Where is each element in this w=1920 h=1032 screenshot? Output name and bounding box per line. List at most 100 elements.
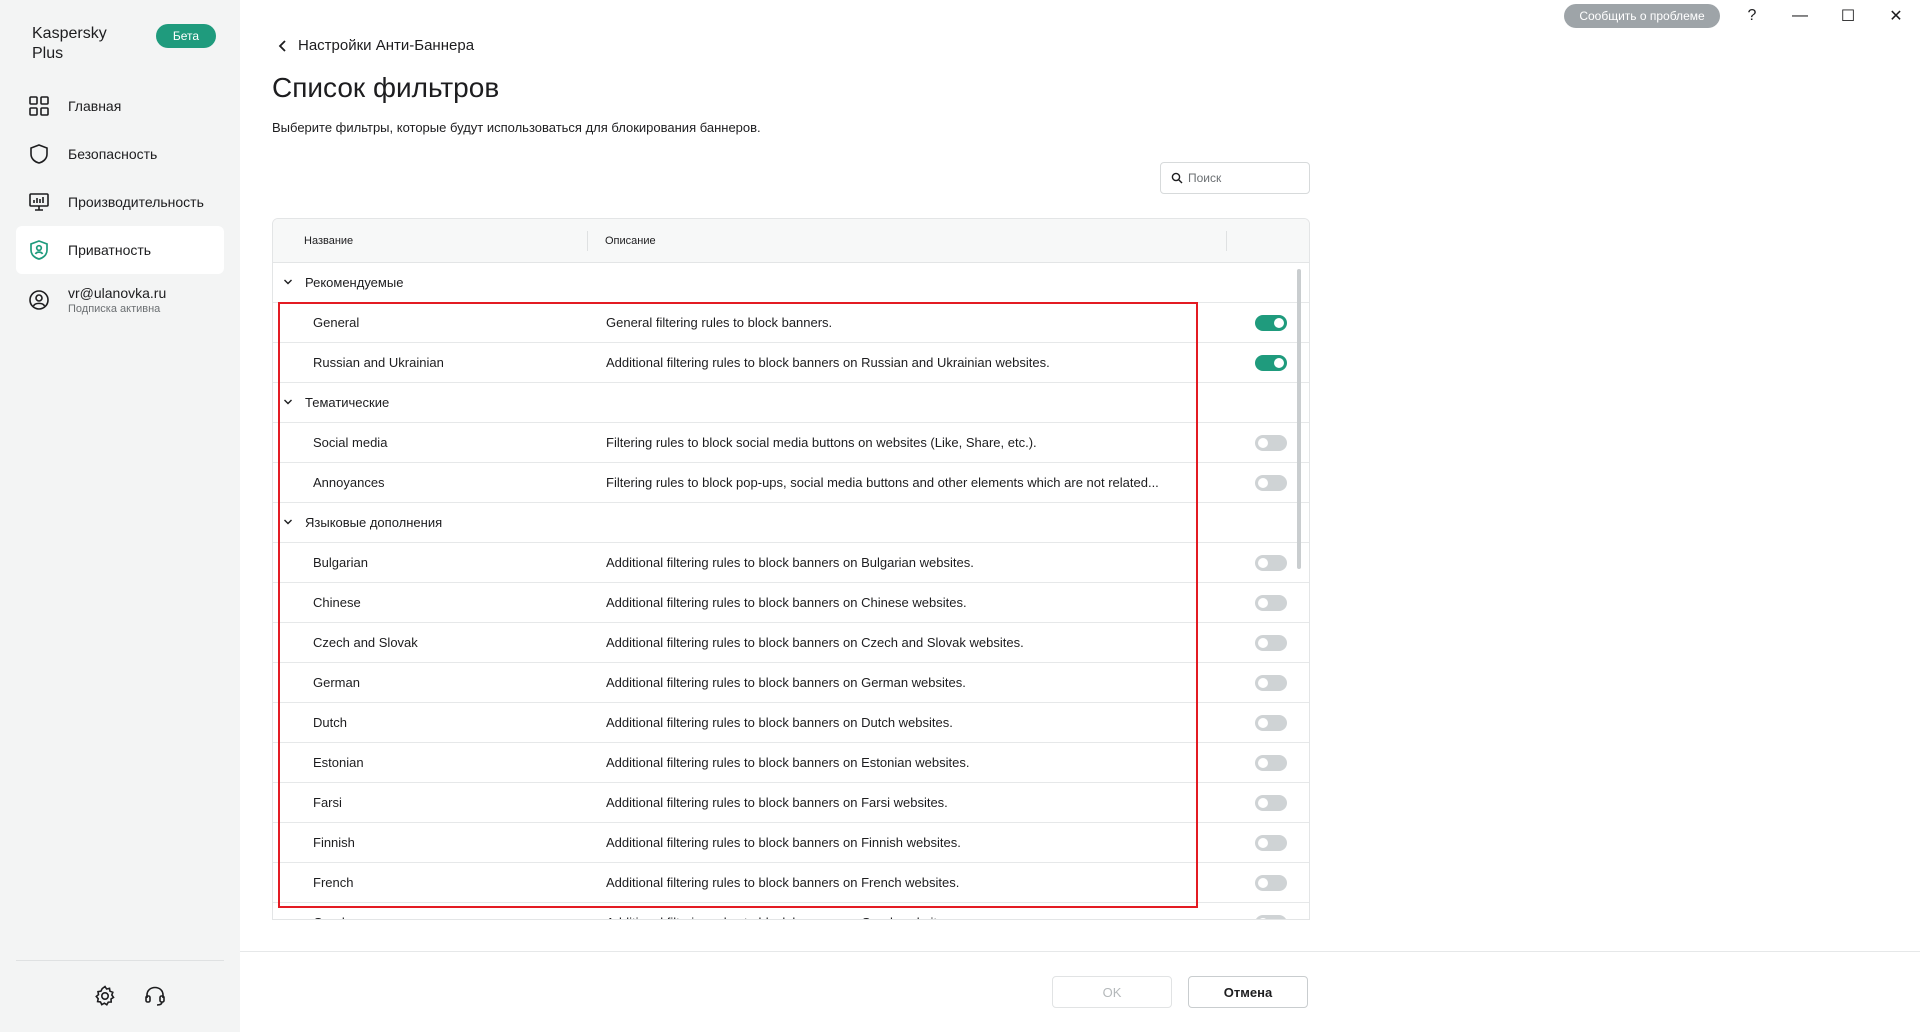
- filter-description: General filtering rules to block banners…: [606, 315, 833, 330]
- filter-toggle[interactable]: [1255, 915, 1287, 919]
- table-row[interactable]: German Additional filtering rules to bloc…: [273, 663, 1309, 703]
- sidebar-item-performance[interactable]: Производительность: [16, 178, 224, 226]
- ok-button[interactable]: OK: [1052, 976, 1172, 1008]
- filter-description: Additional filtering rules to block bann…: [606, 755, 970, 770]
- toggle-knob: [1258, 558, 1268, 568]
- table-row[interactable]: General General filtering rules to block …: [273, 303, 1309, 343]
- filter-name: French: [313, 875, 354, 890]
- filter-toggle[interactable]: [1255, 435, 1287, 451]
- filter-toggle[interactable]: [1255, 795, 1287, 811]
- column-separator[interactable]: [587, 231, 588, 251]
- sidebar-divider: [16, 960, 224, 961]
- chevron-down-icon[interactable]: [283, 278, 293, 286]
- table-row[interactable]: Russian and Ukrainian Additional filterin…: [273, 343, 1309, 383]
- filter-name: Russian and Ukrainian: [313, 355, 444, 370]
- filter-description: Filtering rules to block social media bu…: [606, 435, 1037, 450]
- search-box[interactable]: [1160, 162, 1310, 194]
- table-row[interactable]: Greek Additional filtering rules to block…: [273, 903, 1309, 919]
- toggle-knob: [1274, 358, 1284, 368]
- chevron-down-icon[interactable]: [283, 398, 293, 406]
- filter-description: Filtering rules to block pop-ups, social…: [606, 475, 1159, 490]
- headset-icon[interactable]: [143, 984, 167, 1008]
- beta-badge: Бета: [156, 24, 216, 48]
- table-header: Название Описание: [273, 219, 1309, 263]
- footer-divider: [240, 951, 1920, 952]
- filter-description: Additional filtering rules to block bann…: [606, 875, 960, 890]
- account-email: vr@ulanovka.ru: [68, 285, 167, 301]
- close-button[interactable]: ✕: [1878, 4, 1914, 28]
- group-name: Рекомендуемые: [305, 275, 404, 290]
- filter-toggle[interactable]: [1255, 875, 1287, 891]
- sidebar-item-security[interactable]: Безопасность: [16, 130, 224, 178]
- table-row[interactable]: Finnish Additional filtering rules to blo…: [273, 823, 1309, 863]
- search-icon: [1171, 172, 1183, 184]
- chevron-down-icon[interactable]: [283, 518, 293, 526]
- group-row[interactable]: Тематические: [273, 383, 1309, 423]
- back-link[interactable]: Настройки Анти-Баннера: [278, 37, 474, 54]
- filter-name: Chinese: [313, 595, 361, 610]
- sidebar-item-privacy[interactable]: Приватность: [16, 226, 224, 274]
- filter-toggle[interactable]: [1255, 635, 1287, 651]
- column-header-name[interactable]: Название: [304, 219, 353, 263]
- user-icon: [29, 290, 49, 310]
- table-row[interactable]: Estonian Additional filtering rules to bl…: [273, 743, 1309, 783]
- filter-toggle[interactable]: [1255, 595, 1287, 611]
- filter-description: Additional filtering rules to block bann…: [606, 355, 1050, 370]
- filter-toggle[interactable]: [1255, 315, 1287, 331]
- group-name: Языковые дополнения: [305, 515, 443, 530]
- filter-toggle[interactable]: [1255, 835, 1287, 851]
- sidebar-item-label: Безопасность: [68, 146, 158, 162]
- toggle-knob: [1258, 638, 1268, 648]
- report-problem-button[interactable]: Сообщить о проблеме: [1564, 4, 1720, 28]
- sidebar-item-home[interactable]: Главная: [16, 82, 224, 130]
- filter-toggle[interactable]: [1255, 675, 1287, 691]
- scrollbar-thumb[interactable]: [1297, 269, 1301, 569]
- table-row[interactable]: Annoyances Filtering rules to block pop-u…: [273, 463, 1309, 503]
- filter-toggle[interactable]: [1255, 355, 1287, 371]
- table-row[interactable]: Farsi Additional filtering rules to block…: [273, 783, 1309, 823]
- cancel-button[interactable]: Отмена: [1188, 976, 1308, 1008]
- table-row[interactable]: French Additional filtering rules to bloc…: [273, 863, 1309, 903]
- subscription-status: Подписка активна: [68, 303, 161, 315]
- table-row[interactable]: Bulgarian Additional filtering rules to b…: [273, 543, 1309, 583]
- sidebar-nav: Главная Безопасность Производительность …: [16, 82, 224, 326]
- gear-icon[interactable]: [93, 984, 117, 1008]
- group-row[interactable]: Рекомендуемые: [273, 263, 1309, 303]
- table-row[interactable]: Dutch Additional filtering rules to block…: [273, 703, 1309, 743]
- filter-description: Additional filtering rules to block bann…: [606, 795, 948, 810]
- toggle-knob: [1258, 758, 1268, 768]
- sidebar-item-account[interactable]: vr@ulanovka.ru Подписка активна: [16, 274, 224, 326]
- toggle-knob: [1258, 798, 1268, 808]
- filter-name: Finnish: [313, 835, 355, 850]
- filter-toggle[interactable]: [1255, 755, 1287, 771]
- minimize-button[interactable]: —: [1782, 4, 1818, 28]
- maximize-button[interactable]: ☐: [1830, 4, 1866, 28]
- filter-name: Greek: [313, 915, 348, 919]
- filter-toggle[interactable]: [1255, 555, 1287, 571]
- group-row[interactable]: Языковые дополнения: [273, 503, 1309, 543]
- help-button[interactable]: ?: [1734, 4, 1770, 28]
- filter-name: Estonian: [313, 755, 364, 770]
- monitor-icon: [29, 193, 49, 211]
- filters-table: Название Описание Рекомендуемые General Ge…: [272, 218, 1310, 920]
- table-row[interactable]: Social media Filtering rules to block soc…: [273, 423, 1309, 463]
- table-row[interactable]: Czech and Slovak Additional filtering rul…: [273, 623, 1309, 663]
- grid-icon: [29, 96, 49, 116]
- filter-name: Annoyances: [313, 475, 385, 490]
- filter-toggle[interactable]: [1255, 475, 1287, 491]
- sidebar-item-label: Главная: [68, 98, 122, 114]
- column-separator[interactable]: [1226, 231, 1227, 251]
- toggle-knob: [1258, 878, 1268, 888]
- filter-toggle[interactable]: [1255, 715, 1287, 731]
- filter-name: General: [313, 315, 360, 330]
- filter-description: Additional filtering rules to block bann…: [606, 635, 1024, 650]
- column-header-description[interactable]: Описание: [605, 219, 656, 263]
- page-description: Выберите фильтры, которые будут использо…: [272, 120, 761, 135]
- toggle-knob: [1258, 838, 1268, 848]
- toggle-knob: [1258, 718, 1268, 728]
- toggle-knob: [1258, 678, 1268, 688]
- sidebar: Kaspersky Plus Бета Главная Безопасность…: [0, 0, 240, 1032]
- search-input[interactable]: [1188, 171, 1298, 185]
- privacy-shield-icon: [30, 240, 48, 260]
- table-row[interactable]: Chinese Additional filtering rules to blo…: [273, 583, 1309, 623]
